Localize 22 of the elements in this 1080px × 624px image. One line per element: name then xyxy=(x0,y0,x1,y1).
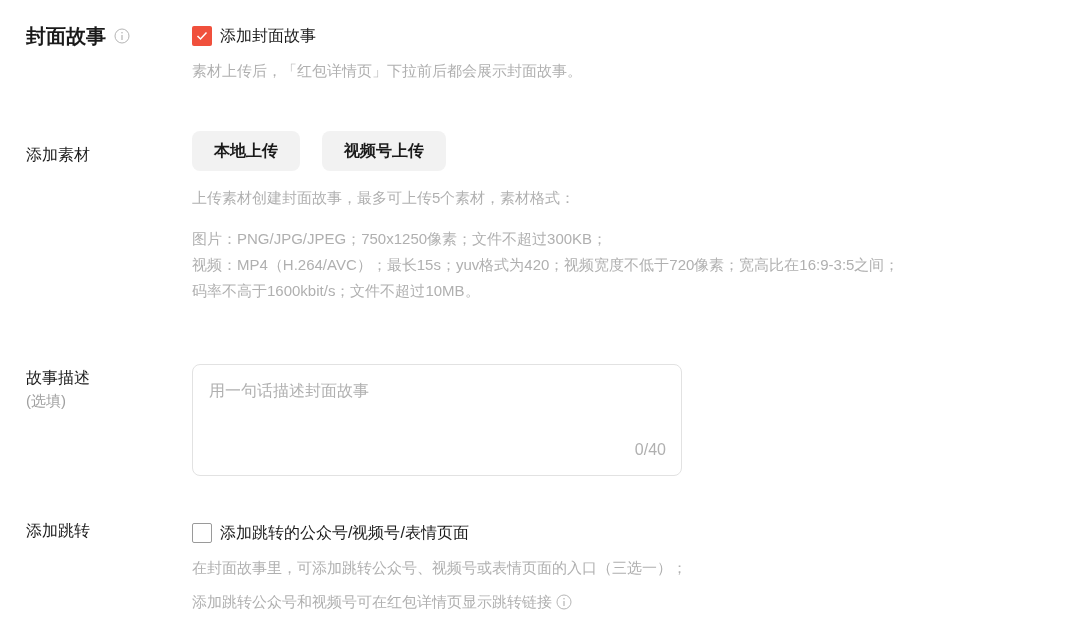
optional-label: (选填) xyxy=(26,391,67,411)
field-label: 添加跳转 xyxy=(26,521,90,539)
upload-button[interactable]: 视频号上传 xyxy=(322,131,446,171)
hint-text: 素材上传后，「红包详情页」下拉前后都会展示封面故事。 xyxy=(192,61,583,81)
checkbox-label: 添加封面故事 xyxy=(220,26,316,46)
format-text: 视频：MP4（H.264/AVC）；最长15s；yuv格式为420；视频宽度不低于720像素；宽高比在16:9-3:5之间； xyxy=(192,254,901,275)
checkbox-label: 添加跳转的公众号/视频号/表情页面 xyxy=(220,522,469,543)
hint-text: 上传素材创建封面故事，最多可上传5个素材，素材格式： xyxy=(192,188,577,208)
format-text: 图片：PNG/JPG/JPEG；750x1250像素；文件不超过300KB； xyxy=(192,228,609,249)
checkbox[interactable] xyxy=(192,522,212,543)
hint-text: 添加跳转公众号和视频号可在红包详情页显示跳转链接 xyxy=(192,592,552,612)
checkbox[interactable] xyxy=(192,26,212,46)
hint-text: 在封面故事里，可添加跳转公众号、视频号或表情页面的入口（三选一）； xyxy=(192,557,688,578)
field-label: 故事描述 xyxy=(26,368,91,388)
character-counter: 0/40 xyxy=(634,440,666,460)
check-icon xyxy=(196,31,208,41)
info-icon[interactable] xyxy=(114,28,130,44)
info-icon[interactable] xyxy=(556,594,572,611)
format-text: 码率不高于1600kbit/s；文件不超过10MB。 xyxy=(192,280,481,301)
field-label: 添加素材 xyxy=(26,146,90,163)
section-title: 封面故事 xyxy=(26,24,106,49)
upload-button[interactable]: 本地上传 xyxy=(192,131,300,171)
